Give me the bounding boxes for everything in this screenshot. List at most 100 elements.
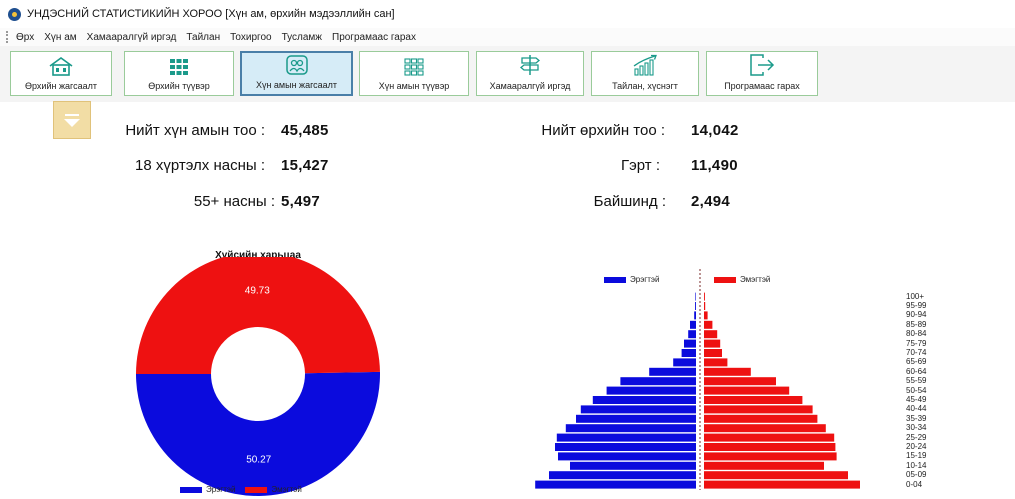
total-households-label: Нийт өрхийн тоо : (541, 122, 665, 139)
menu-bar: Өрх Хүн ам Хамааралгүй иргэд Тайлан Тохи… (0, 28, 1015, 47)
report-table-label: Тайлан, хүснэгт (612, 81, 678, 91)
app-logo-icon (8, 7, 21, 21)
menu-grip[interactable] (6, 31, 11, 43)
age-group-label: 90-94 (906, 310, 927, 320)
total-households-value: 14,042 (691, 122, 739, 139)
pyramid-bar-male (606, 386, 696, 395)
age-group-label: 15-19 (906, 451, 927, 461)
pyramid-bar-female (704, 480, 860, 489)
collapse-line (65, 114, 79, 116)
signpost-icon (519, 55, 541, 75)
pyramid-bar-male (694, 311, 696, 320)
menu-unrelated-citizens[interactable]: Хамааралгүй иргэд (87, 32, 177, 43)
unrelated-citizens-button[interactable]: Хамааралгүй иргэд (476, 51, 584, 96)
under18-label: 18 хүртэлх насны : (134, 157, 265, 174)
exit-program-label: Програмаас гарах (724, 81, 800, 91)
pyramid-bar-male (695, 292, 696, 301)
age-group-label: 45-49 (906, 395, 927, 404)
title-bar: УНДЭСНИЙ СТАТИСТИКИЙН ХОРОО [Хүн ам, өрх… (0, 0, 1015, 28)
grid-outline-icon (404, 58, 424, 76)
menu-help[interactable]: Тусламж (282, 32, 322, 43)
pyramid-bar-female (704, 443, 836, 451)
age-group-label: 30-34 (906, 423, 927, 433)
pyramid-bar-male (558, 452, 696, 461)
pyramid-bar-female (704, 349, 722, 357)
menu-exit[interactable]: Програмаас гарах (332, 32, 416, 43)
exit-program-button[interactable]: Програмаас гарах (706, 51, 818, 96)
pyramid-bar-female (704, 292, 705, 301)
household-list-button[interactable]: Өрхийн жагсаалт (10, 51, 112, 96)
pyramid-bar-female (704, 320, 713, 329)
menu-settings[interactable]: Тохиргоо (230, 32, 271, 43)
age-group-label: 50-54 (906, 385, 927, 395)
age-group-label: 85-89 (906, 319, 927, 329)
age-group-label: 75-79 (906, 338, 927, 348)
house-icon (49, 57, 73, 76)
household-sample-button[interactable]: Өрхийн түүвэр (124, 51, 234, 96)
pie-slice-female (136, 257, 380, 374)
window-title: УНДЭСНИЙ СТАТИСТИКИЙН ХОРОО [Хүн ам, өрх… (27, 8, 395, 20)
female-swatch (245, 486, 268, 493)
pie-legend: Эрэгтэй Эмэгтэй (180, 485, 302, 494)
pyramid-bar-male (673, 358, 696, 367)
pyramid-bar-male (620, 377, 696, 386)
household-sample-label: Өрхийн түүвэр (148, 81, 210, 91)
pyramid-bar-female (704, 367, 751, 376)
male-swatch (180, 486, 202, 493)
exit-icon (750, 54, 775, 76)
building-value: 2,494 (691, 193, 731, 210)
pyramid-bar-male (555, 443, 696, 451)
pie-slice-male-label: 50.27 (246, 454, 271, 465)
ger-label: Гэрт : (621, 157, 660, 174)
pyramid-bar-male (549, 471, 696, 480)
menu-household[interactable]: Өрх (16, 32, 34, 43)
pyramid-bar-male (592, 396, 696, 404)
population-list-label: Хүн амын жагсаалт (255, 80, 338, 90)
grid-icon (170, 59, 188, 75)
population-sample-label: Хүн амын түүвэр (378, 81, 450, 91)
ger-value: 11,490 (691, 157, 738, 174)
pyramid-bar-male (681, 349, 696, 357)
report-table-button[interactable]: Тайлан, хүснэгт (591, 51, 699, 96)
age-group-label: 0-04 (906, 479, 923, 489)
menu-report[interactable]: Тайлан (186, 32, 220, 43)
pie-slice-female-label: 49.73 (245, 286, 270, 297)
pyramid-bar-female (704, 396, 803, 404)
people-icon (285, 55, 308, 75)
total-population-value: 45,485 (281, 122, 329, 139)
age-group-label: 20-24 (906, 442, 927, 451)
pyramid-bar-male (580, 405, 696, 414)
age-group-label: 80-84 (906, 329, 927, 339)
pyramid-bar-male (649, 367, 696, 376)
age-group-label: 05-09 (906, 470, 927, 480)
age-group-label: 70-74 (906, 348, 927, 357)
pyramid-bar-female (704, 433, 835, 442)
chart-icon (633, 54, 657, 76)
total-population-label: Нийт хүн амын тоо : (125, 122, 265, 139)
unrelated-citizens-label: Хамааралгүй иргэд (489, 81, 571, 91)
pie-legend-male: Эрэгтэй (206, 485, 236, 494)
over55-label: 55+ насны : (193, 193, 275, 210)
age-group-label: 55-59 (906, 376, 927, 386)
pyramid-bar-female (704, 377, 776, 386)
pyramid-bar-female (704, 452, 837, 461)
age-group-label: 100+ (906, 291, 925, 301)
pyramid-bar-male (688, 330, 696, 339)
pyramid-bar-female (704, 424, 826, 433)
age-group-label: 25-29 (906, 432, 927, 442)
over55-value: 5,497 (281, 193, 321, 210)
household-list-label: Өрхийн жагсаалт (25, 81, 97, 91)
pie-slice-male (136, 371, 381, 497)
pyramid-bar-female (704, 414, 818, 423)
pyramid-bar-female (704, 330, 718, 339)
pyramid-bar-female (704, 461, 824, 470)
pyramid-bar-male (684, 339, 696, 348)
menu-population[interactable]: Хүн ам (44, 32, 76, 43)
population-sample-button[interactable]: Хүн амын түүвэр (359, 51, 469, 96)
population-list-button[interactable]: Хүн амын жагсаалт (240, 51, 353, 96)
population-pyramid-chart (535, 269, 860, 490)
gender-ratio-donut-chart: 50.27 49.73 (136, 257, 381, 497)
pyramid-bar-male (556, 433, 696, 442)
pyramid-bar-female (704, 386, 790, 395)
pyramid-bar-female (704, 471, 848, 480)
